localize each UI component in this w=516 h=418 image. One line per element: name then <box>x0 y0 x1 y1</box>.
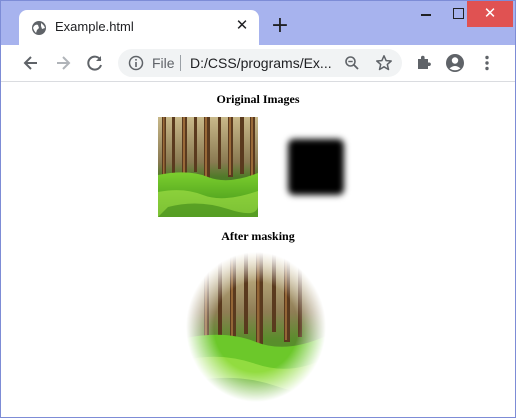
tab-strip: Example.html ✕ + ✕ <box>1 1 515 45</box>
tab-example[interactable]: Example.html ✕ <box>19 10 259 45</box>
url-separator <box>180 55 181 71</box>
globe-icon <box>32 21 46 35</box>
mask-image <box>288 139 344 195</box>
kebab-menu-icon[interactable] <box>477 53 497 73</box>
tab-title: Example.html <box>55 19 134 34</box>
address-bar[interactable]: File D:/CSS/programs/Ex... <box>118 49 402 77</box>
minimize-button[interactable] <box>409 1 441 27</box>
toolbar: File D:/CSS/programs/Ex... <box>1 45 515 82</box>
forest-image <box>158 117 258 217</box>
close-window-button[interactable]: ✕ <box>467 1 513 27</box>
info-icon[interactable] <box>128 55 144 71</box>
page-content: Original Images After masking <box>1 82 515 417</box>
star-icon[interactable] <box>375 54 393 72</box>
minimize-icon <box>421 14 431 16</box>
reload-icon[interactable] <box>85 53 105 73</box>
browser-window: Example.html ✕ + ✕ File D:/CSS/programs/… <box>0 0 516 418</box>
arrow-left-icon[interactable] <box>21 53 41 73</box>
url-text[interactable]: D:/CSS/programs/Ex... <box>190 55 332 71</box>
url-scheme: File <box>152 55 175 71</box>
account-icon[interactable] <box>445 53 465 73</box>
maximize-icon <box>453 8 464 19</box>
tab-close-icon[interactable]: ✕ <box>234 17 250 33</box>
zoom-out-icon[interactable] <box>344 55 360 71</box>
heading-original-images: Original Images <box>216 92 300 106</box>
masked-forest-image <box>186 252 326 402</box>
heading-after-masking: After masking <box>221 229 295 243</box>
arrow-right-icon[interactable] <box>53 53 73 73</box>
puzzle-icon[interactable] <box>414 53 434 73</box>
close-icon: ✕ <box>483 4 497 22</box>
new-tab-button[interactable]: + <box>269 15 291 37</box>
